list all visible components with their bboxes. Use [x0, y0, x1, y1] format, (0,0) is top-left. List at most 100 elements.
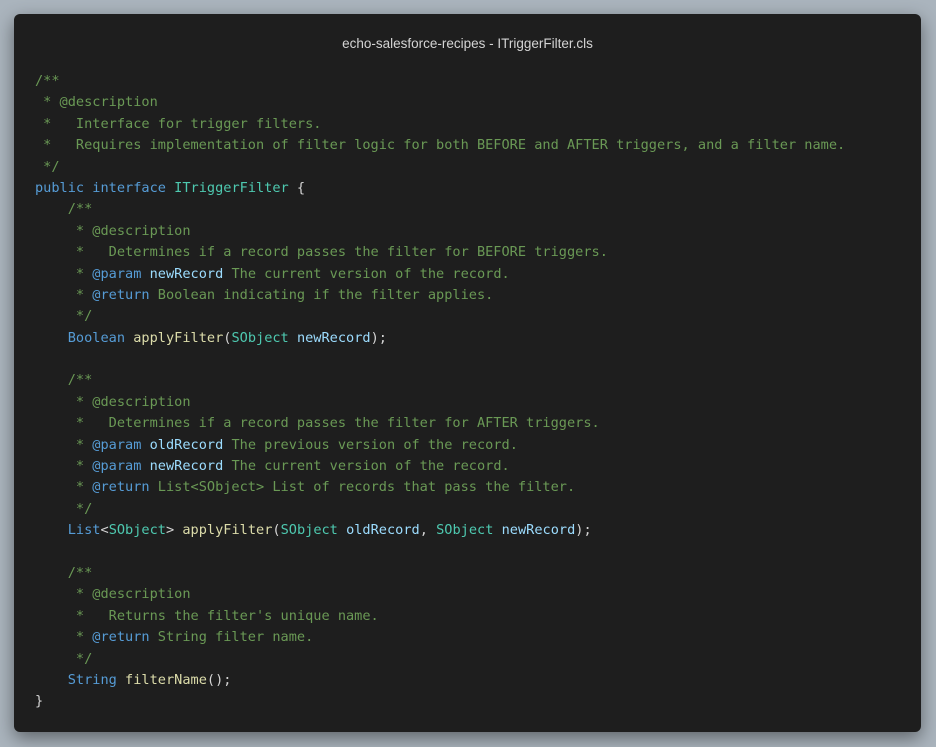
- code-line: * @return Boolean indicating if the filt…: [35, 285, 921, 306]
- code-line: * Determines if a record passes the filt…: [35, 242, 921, 263]
- code-token-comment: *: [35, 286, 93, 303]
- code-token-tag: @return: [92, 479, 150, 496]
- code-token-comment: */: [35, 158, 60, 175]
- code-token-comment: [141, 266, 149, 282]
- code-token-comment: * @description: [35, 222, 191, 239]
- code-token-comment: The current version of the record.: [223, 458, 510, 475]
- code-window: echo-salesforce-recipes - ITriggerFilter…: [14, 14, 921, 732]
- code-token-comment: Boolean indicating if the filter applies…: [149, 286, 494, 303]
- code-line: * @description: [35, 221, 921, 242]
- code-token-punct: {: [288, 179, 306, 196]
- code-token-var: newRecord: [501, 522, 576, 539]
- code-line: */: [35, 306, 921, 327]
- code-line: * Interface for trigger filters.: [35, 114, 921, 135]
- code-block[interactable]: /** * @description * Interface for trigg…: [35, 71, 921, 713]
- code-line: List<SObject> applyFilter(SObject oldRec…: [35, 520, 921, 541]
- code-token-comment: */: [35, 500, 93, 517]
- code-token-comment: * @description: [35, 393, 191, 410]
- code-token-punct: ,: [419, 522, 437, 539]
- code-line: */: [35, 649, 921, 670]
- code-token-comment: List<SObject> List of records that pass …: [149, 479, 576, 496]
- code-token-tag: @param: [92, 436, 142, 453]
- code-line: * @description: [35, 392, 921, 413]
- code-token-type: SObject: [231, 329, 289, 346]
- code-line: /**: [35, 563, 921, 584]
- code-token-comment: *: [35, 265, 93, 282]
- code-line: * @param newRecord The current version o…: [35, 264, 921, 285]
- code-token-tag: @param: [92, 458, 142, 475]
- code-token-param: newRecord: [149, 458, 224, 475]
- code-token-punct: }: [35, 693, 44, 710]
- code-line: * @return String filter name.: [35, 627, 921, 648]
- code-token-comment: * Interface for trigger filters.: [35, 115, 322, 132]
- window-title: echo-salesforce-recipes - ITriggerFilter…: [342, 36, 593, 51]
- code-token-var: oldRecord: [346, 522, 420, 539]
- code-line: */: [35, 499, 921, 520]
- code-line: /**: [35, 71, 921, 92]
- code-token-comment: /**: [35, 73, 60, 89]
- code-token-keyword: Boolean: [67, 329, 126, 346]
- code-token-comment: [141, 458, 149, 474]
- code-token-comment: *: [35, 479, 93, 496]
- code-line: * @param newRecord The current version o…: [35, 456, 921, 477]
- code-token-comment: */: [35, 650, 93, 667]
- code-token-keyword: List: [67, 522, 101, 539]
- code-token-keyword: interface: [92, 179, 166, 196]
- code-token-comment: The current version of the record.: [223, 265, 510, 282]
- code-token-type: ITriggerFilter: [174, 179, 289, 196]
- code-token-func: filterName: [125, 671, 207, 688]
- code-token-keyword: String: [67, 671, 117, 688]
- code-token-punct: (: [272, 522, 281, 539]
- code-token-punct: ();: [206, 671, 232, 688]
- code-token-comment: /**: [35, 372, 93, 389]
- code-token-punct: >: [165, 522, 183, 539]
- code-line: * @param oldRecord The previous version …: [35, 435, 921, 456]
- code-line: * Determines if a record passes the filt…: [35, 413, 921, 434]
- code-token-tag: @return: [92, 629, 150, 646]
- code-token-tag: @return: [92, 286, 150, 303]
- code-token-comment: /**: [35, 201, 93, 218]
- code-token-comment: /**: [35, 564, 93, 581]
- code-line: /**: [35, 199, 921, 220]
- code-line: Boolean applyFilter(SObject newRecord);: [35, 328, 921, 349]
- code-token-comment: * @description: [35, 586, 191, 603]
- code-token-param: newRecord: [149, 265, 224, 282]
- code-line: * @description: [35, 584, 921, 605]
- code-token-type: SObject: [280, 522, 338, 539]
- code-line: * Requires implementation of filter logi…: [35, 135, 921, 156]
- code-line: }: [35, 691, 921, 712]
- code-token-punct: );: [370, 329, 387, 346]
- code-token-comment: The previous version of the record.: [223, 436, 518, 453]
- code-token-comment: *: [35, 458, 93, 475]
- code-token-comment: * Returns the filter's unique name.: [35, 607, 379, 624]
- code-token-type: SObject: [108, 522, 166, 539]
- code-token-comment: * Determines if a record passes the filt…: [35, 415, 600, 432]
- code-line: /**: [35, 370, 921, 391]
- code-token-comment: [141, 437, 149, 453]
- code-token-comment: * @description: [35, 94, 158, 111]
- code-token-comment: String filter name.: [149, 629, 314, 646]
- code-line: String filterName();: [35, 670, 921, 691]
- code-token-func: applyFilter: [182, 522, 273, 539]
- code-token-func: applyFilter: [133, 329, 224, 346]
- code-token-param: oldRecord: [149, 436, 224, 453]
- code-token-comment: */: [35, 308, 93, 325]
- code-token-comment: * Requires implementation of filter logi…: [35, 137, 846, 154]
- code-token-tag: @param: [92, 265, 142, 282]
- code-token-var: newRecord: [296, 329, 371, 346]
- code-line: * @return List<SObject> List of records …: [35, 477, 921, 498]
- code-token-comment: *: [35, 629, 93, 646]
- code-line: public interface ITriggerFilter {: [35, 178, 921, 199]
- code-line: * Returns the filter's unique name.: [35, 606, 921, 627]
- code-token-punct: <: [100, 522, 109, 539]
